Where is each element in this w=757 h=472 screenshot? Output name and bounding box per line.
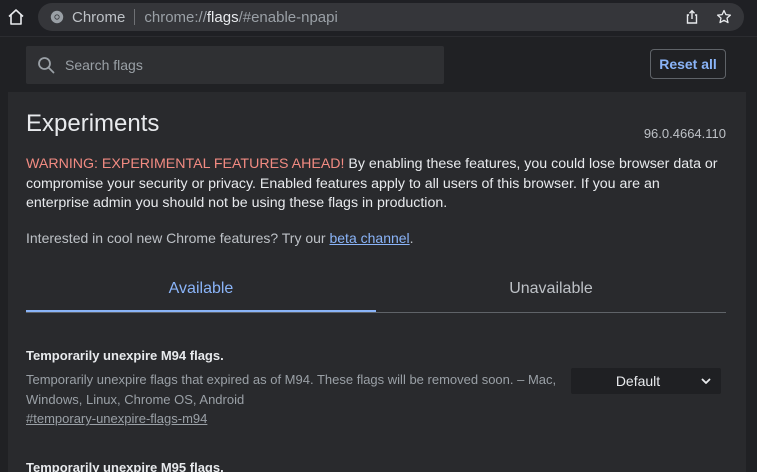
flag-description: Temporarily unexpire flags that expired … <box>26 372 557 407</box>
bookmark-star-icon[interactable] <box>714 7 734 27</box>
beta-channel-prompt: Interested in cool new Chrome features? … <box>26 230 414 246</box>
version-label: 96.0.4664.110 <box>643 126 726 141</box>
chevron-down-icon <box>697 372 715 390</box>
tab-bar: Available Unavailable <box>26 268 726 313</box>
experiments-panel: Experiments 96.0.4664.110 WARNING: EXPER… <box>8 92 746 472</box>
site-chip-label: Chrome <box>72 8 126 26</box>
url-prefix: chrome:// <box>144 8 207 26</box>
chrome-logo-icon <box>50 10 64 24</box>
tab-unavailable[interactable]: Unavailable <box>376 268 726 310</box>
address-bar[interactable]: Chrome chrome://flags/#enable-npapi <box>38 3 744 31</box>
flag-anchor-link[interactable]: #temporary-unexpire-flags-m94 <box>26 411 207 426</box>
flag-item: Temporarily unexpire M94 flags. Temporar… <box>26 348 726 428</box>
warning-text: WARNING: EXPERIMENTAL FEATURES AHEAD! By… <box>26 155 726 214</box>
beta-prompt-end: . <box>409 230 414 246</box>
beta-channel-link[interactable]: beta channel <box>329 230 409 246</box>
browser-toolbar: Chrome chrome://flags/#enable-npapi <box>0 0 757 37</box>
search-icon <box>36 55 56 75</box>
share-icon[interactable] <box>682 7 702 27</box>
warning-heading: WARNING: EXPERIMENTAL FEATURES AHEAD! <box>26 156 345 172</box>
flags-header: Reset all <box>0 37 757 92</box>
address-bar-actions <box>682 7 734 27</box>
page-title: Experiments <box>26 110 160 137</box>
url-host: flags <box>206 8 239 26</box>
flag-state-value: Default <box>615 373 661 389</box>
address-divider <box>134 9 136 25</box>
url-suffix: /#enable-npapi <box>238 8 338 26</box>
search-box[interactable] <box>26 46 444 84</box>
flag-state-select[interactable]: Default <box>571 368 721 394</box>
url-text[interactable]: chrome://flags/#enable-npapi <box>144 9 337 26</box>
flag-title: Temporarily unexpire M94 flags. <box>26 348 224 363</box>
flag-title: Temporarily unexpire M95 flags. <box>26 460 224 472</box>
beta-prompt-text: Interested in cool new Chrome features? … <box>26 230 330 246</box>
tab-available[interactable]: Available <box>26 268 376 312</box>
home-icon[interactable] <box>6 7 26 27</box>
reset-all-button[interactable]: Reset all <box>650 49 726 79</box>
search-input[interactable] <box>63 56 427 74</box>
flag-item: Temporarily unexpire M95 flags. <box>26 460 726 472</box>
